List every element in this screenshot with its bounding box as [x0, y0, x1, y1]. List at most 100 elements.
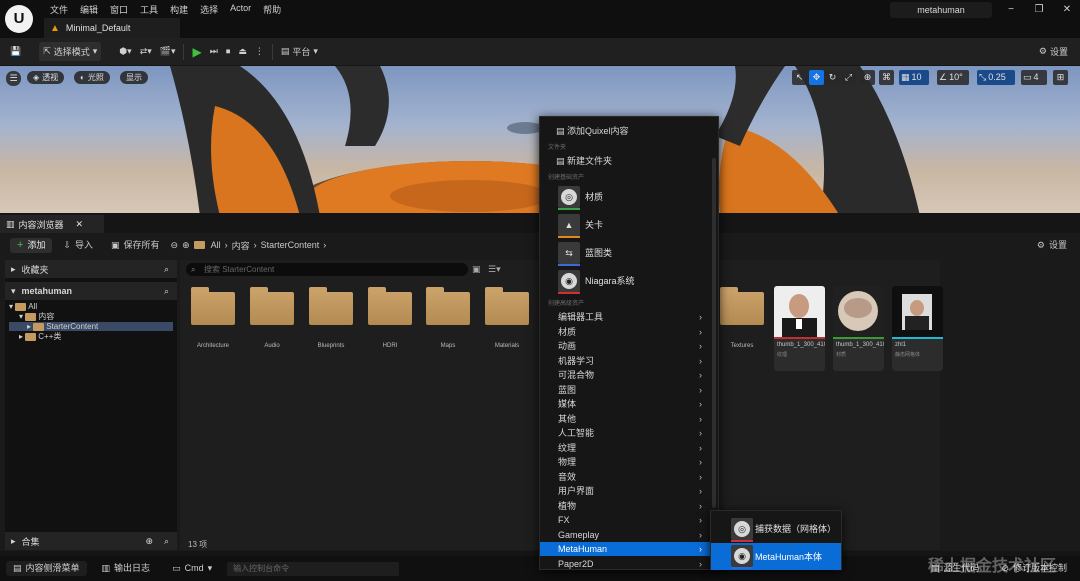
menu-tools[interactable]: 工具 [134, 1, 164, 18]
eject-icon[interactable]: ⏏ [234, 42, 251, 61]
collections-header[interactable]: ▸ 合集 ⊕ ⌕ [5, 532, 177, 550]
menu-item-foliage[interactable]: 植物 › [540, 499, 718, 513]
menu-item-new-folder[interactable]: ▤ 新建文件夹 [540, 154, 718, 168]
platforms-button[interactable]: ▤ 平台 ▾ [277, 42, 322, 61]
menu-item-materials[interactable]: 材质 › [540, 325, 718, 339]
menu-window[interactable]: 窗口 [104, 1, 134, 18]
back-icon[interactable]: ⊖ [171, 240, 179, 251]
menu-item-textures[interactable]: 纹理 › [540, 441, 718, 455]
scale-snap-toggle[interactable]: ⤡ 0.25 [977, 70, 1015, 85]
play-icon[interactable]: ▶ [188, 42, 205, 61]
menu-item-sounds[interactable]: 音效 › [540, 470, 718, 484]
perspective-button[interactable]: ◈ 透视 [27, 71, 65, 84]
folder-tile[interactable]: Blueprints [308, 287, 354, 349]
add-actor-button[interactable]: ⬢▾ [115, 42, 135, 61]
menu-actor[interactable]: Actor [224, 1, 257, 18]
menu-item-metahuman[interactable]: MetaHuman › [540, 542, 718, 556]
select-tool-icon[interactable]: ↖ [792, 70, 807, 85]
select-mode-dropdown[interactable]: ⇱ 选择模式 ▾ [39, 42, 102, 61]
settings-button[interactable]: ⚙ 设置 [1035, 42, 1072, 61]
menu-item-machine-learning[interactable]: 机器学习 › [540, 354, 718, 368]
tree-item-content[interactable]: ▾ 内容 [9, 311, 177, 322]
menu-item-media[interactable]: 媒体 › [540, 397, 718, 411]
menu-build[interactable]: 构建 [164, 1, 194, 18]
save-icon[interactable]: 💾 [6, 42, 25, 61]
menu-item-fx[interactable]: FX › [540, 513, 718, 527]
folder-tile[interactable]: Maps [425, 287, 471, 349]
add-collection-icon[interactable]: ⊕ [145, 536, 153, 547]
menu-item-blueprint-class[interactable]: ⇆ 蓝图类 [540, 240, 718, 266]
console-input[interactable]: 输入控制台命令 [227, 561, 400, 576]
lit-button[interactable]: ◐ 光照 [74, 71, 110, 84]
menu-file[interactable]: 文件 [44, 1, 74, 18]
menu-item-editor-utilities[interactable]: 编辑器工具 › [540, 310, 718, 324]
folder-tile[interactable]: Textures [719, 287, 765, 349]
folder-tile[interactable]: Audio [249, 287, 295, 349]
menu-item-niagara-system[interactable]: ◉ Niagara系统 [540, 268, 718, 294]
menu-help[interactable]: 帮助 [257, 1, 287, 18]
tree-item-all[interactable]: ▾ All [9, 302, 177, 311]
rotation-snap-toggle[interactable]: ∠ 10° [937, 70, 969, 85]
asset-tile[interactable]: thumb_1_300_410_ 纹理 [774, 286, 825, 371]
breadcrumb-all[interactable]: All [211, 240, 221, 250]
step-icon[interactable]: ⏭ [206, 42, 222, 61]
forward-icon[interactable]: ⊕ [182, 240, 190, 251]
search-icon[interactable]: ⌕ [164, 264, 169, 275]
asset-tile[interactable]: zhl1 静态网格体 [892, 286, 943, 371]
favorites-header[interactable]: ▸ 收藏夹 ⌕ [5, 260, 177, 278]
rotate-tool-icon[interactable]: ↻ [825, 70, 840, 85]
add-button[interactable]: + 添加 [10, 237, 53, 253]
stop-icon[interactable]: ⏹ [222, 42, 235, 61]
asset-search-input[interactable]: ⌕ 搜索 StarterContent [186, 263, 468, 276]
search-icon[interactable]: ⌕ [164, 286, 169, 297]
content-drawer-button[interactable]: ▤ 内容侧滑菜单 [6, 561, 87, 576]
import-button[interactable]: ⇩ 导入 [56, 238, 100, 253]
grid-snap-toggle[interactable]: ▦ 10 [899, 70, 929, 85]
menu-item-user-interface[interactable]: 用户界面 › [540, 484, 718, 498]
filter-icon[interactable]: ☰▾ [488, 264, 501, 275]
tree-item-startercontent[interactable]: ▸ StarterContent [9, 322, 173, 331]
move-tool-icon[interactable]: ✥ [809, 70, 824, 85]
close-tab-icon[interactable]: ✕ [76, 219, 84, 230]
save-all-button[interactable]: ▣ 保存所有 [104, 238, 167, 253]
content-browser-tab[interactable]: ▥ 内容浏览器 ✕ [0, 215, 104, 233]
breadcrumb-startercontent[interactable]: StarterContent [261, 240, 320, 250]
blueprint-menu-button[interactable]: ⇄▾ [136, 42, 156, 61]
unreal-logo-icon[interactable]: U [5, 5, 33, 33]
maximize-viewport-icon[interactable]: ⊞ [1053, 70, 1068, 85]
folder-tile[interactable]: HDRI [367, 287, 413, 349]
close-icon[interactable]: ✕ [1060, 4, 1074, 16]
project-header[interactable]: ▾ metahuman ⌕ [5, 282, 177, 300]
cinematics-button[interactable]: 🎬▾ [156, 42, 180, 61]
minimize-icon[interactable]: − [1004, 4, 1018, 16]
output-log-button[interactable]: ▥ 输出日志 [95, 561, 158, 576]
menu-item-gameplay[interactable]: Gameplay › [540, 528, 718, 542]
viewport-menu-icon[interactable]: ☰ [6, 71, 21, 86]
cmd-dropdown[interactable]: ▭ Cmd ▾ [165, 561, 219, 576]
submenu-item-capture-data-mesh[interactable]: ◎ 捕获数据（网格体） [711, 516, 889, 542]
tree-item-cpp-classes[interactable]: ▸ C++类 [9, 331, 177, 342]
menu-item-material[interactable]: ◎ 材质 [540, 184, 718, 210]
scale-tool-icon[interactable]: ⤢ [841, 70, 856, 85]
menu-edit[interactable]: 编辑 [74, 1, 104, 18]
content-browser-settings-button[interactable]: ⚙ 设置 [1030, 238, 1074, 253]
menu-item-level[interactable]: ▲ 关卡 [540, 212, 718, 238]
menu-item-ai[interactable]: 人工智能 › [540, 426, 718, 440]
map-tab[interactable]: ▲ Minimal_Default [44, 18, 180, 38]
menu-item-physics[interactable]: 物理 › [540, 455, 718, 469]
menu-item-add-quixel[interactable]: ▤ 添加Quixel内容 [540, 124, 718, 138]
menu-select[interactable]: 选择 [194, 1, 224, 18]
menu-item-miscellaneous[interactable]: 其他 › [540, 412, 718, 426]
menu-item-animation[interactable]: 动画 › [540, 339, 718, 353]
menu-item-paper2d[interactable]: Paper2D › [540, 557, 718, 571]
search-icon[interactable]: ⌕ [164, 536, 169, 547]
world-local-icon[interactable]: ⊕ [860, 70, 875, 85]
asset-tile[interactable]: thumb_1_300_410_ 材质 [833, 286, 884, 371]
show-button[interactable]: 显示 [120, 71, 148, 84]
camera-speed-button[interactable]: ▭ 4 [1021, 70, 1047, 85]
folder-tile[interactable]: Materials [484, 287, 530, 349]
surface-snap-icon[interactable]: ⌘ [879, 70, 894, 85]
menu-item-blendables[interactable]: 可混合物 › [540, 368, 718, 382]
menu-scrollbar[interactable] [712, 158, 716, 508]
maximize-icon[interactable]: ❐ [1032, 4, 1046, 16]
